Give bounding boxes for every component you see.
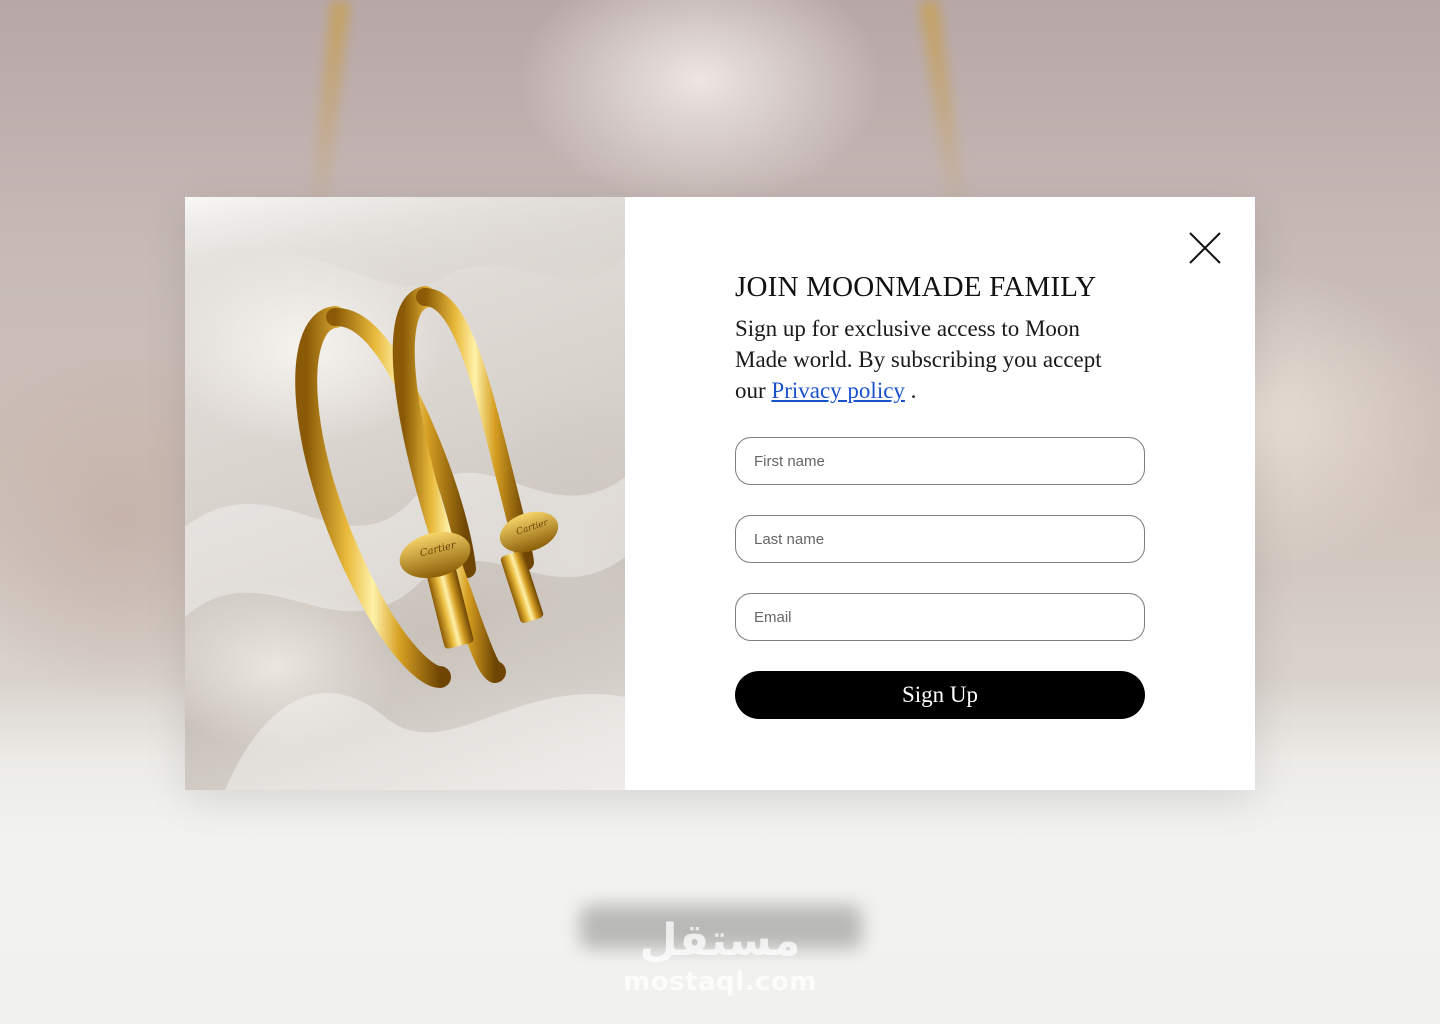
sign-up-button[interactable]: Sign Up: [735, 671, 1145, 719]
last-name-input[interactable]: [735, 515, 1145, 563]
email-input[interactable]: [735, 593, 1145, 641]
close-icon: [1189, 232, 1221, 264]
signup-form: JOIN MOONMADE FAMILY Sign up for exclusi…: [735, 267, 1145, 719]
product-photo: Cartier Cartier: [185, 197, 625, 790]
first-name-input[interactable]: [735, 437, 1145, 485]
silk-fold: [225, 693, 625, 790]
silk-fold: [185, 472, 625, 617]
modal-description: Sign up for exclusive access to Moon Mad…: [735, 313, 1125, 406]
description-suffix: .: [904, 378, 917, 403]
watermark-latin: mostaql.com: [623, 967, 817, 997]
modal-title: JOIN MOONMADE FAMILY: [735, 271, 1097, 303]
watermark-arabic: مستقل: [639, 915, 801, 966]
close-button[interactable]: [1188, 231, 1222, 265]
newsletter-modal: Cartier Cartier JOIN MOONMADE FAMILY Sig…: [185, 197, 1255, 790]
silk-fold: [185, 197, 625, 287]
gold-nail-bracelets-illustration: Cartier Cartier: [185, 197, 625, 790]
watermark: مستقل mostaql.com: [600, 915, 840, 997]
signup-panel: JOIN MOONMADE FAMILY Sign up for exclusi…: [625, 197, 1255, 790]
privacy-policy-link[interactable]: Privacy policy: [771, 378, 905, 403]
